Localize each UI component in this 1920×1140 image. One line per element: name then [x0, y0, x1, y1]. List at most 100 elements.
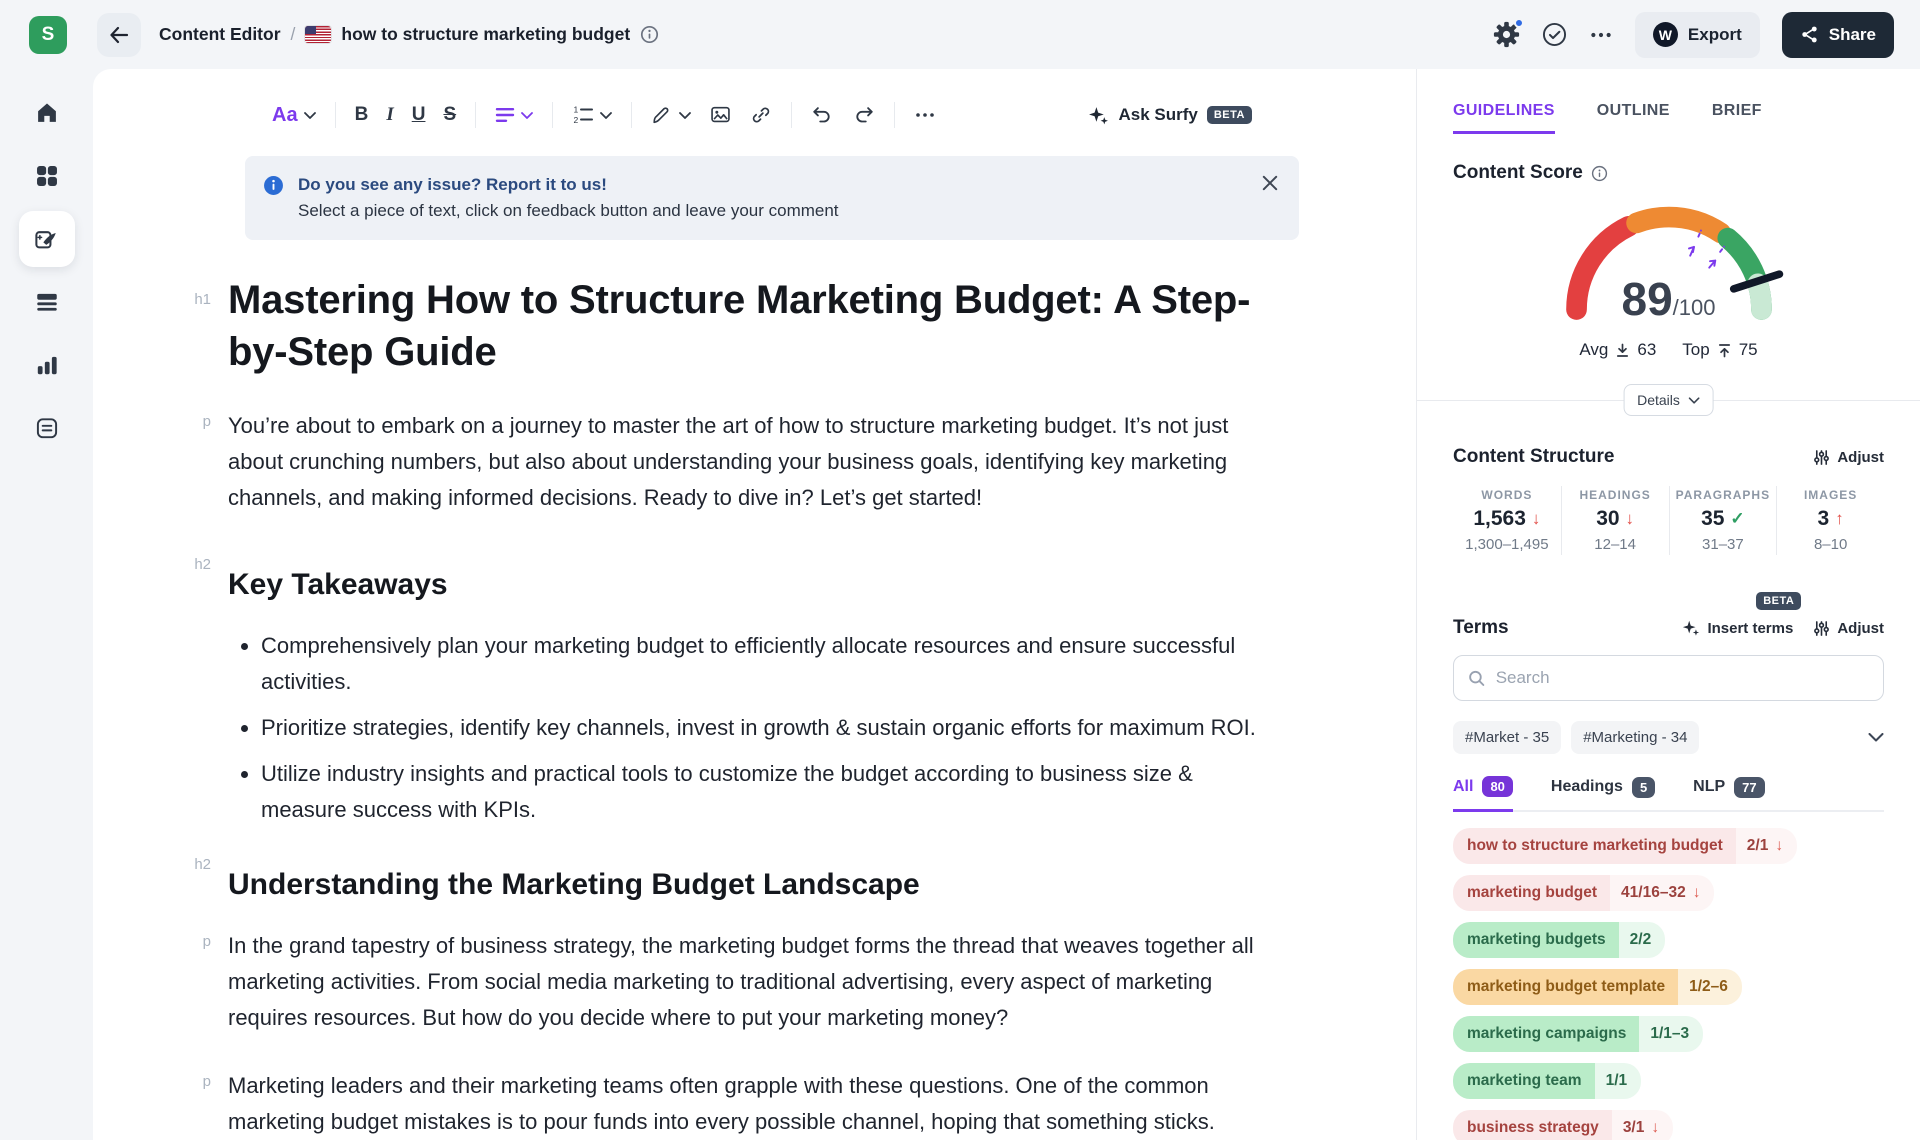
term-chip[interactable]: business strategy3/1↓ — [1453, 1110, 1673, 1140]
chevron-down-icon — [304, 112, 316, 119]
editor-p[interactable]: You’re about to embark on a journey to m… — [228, 408, 1273, 516]
editor-p[interactable]: In the grand tapestry of business strate… — [228, 928, 1273, 1036]
bullet-item[interactable]: Comprehensively plan your marketing budg… — [261, 628, 1273, 700]
sidebar-item-home[interactable] — [19, 85, 75, 141]
arrow-down-icon: ↓ — [1693, 884, 1701, 902]
term-chip[interactable]: marketing budgets 2/2 — [1453, 922, 1665, 958]
document-title[interactable]: how to structure marketing budget — [341, 24, 630, 45]
home-icon — [34, 100, 60, 126]
term-chip[interactable]: how to structure marketing budget2/1↓ — [1453, 828, 1797, 864]
term-text: marketing team — [1453, 1063, 1595, 1099]
chevron-down-icon — [600, 112, 612, 119]
checks-button[interactable] — [1542, 22, 1567, 47]
arrow-left-icon — [107, 23, 131, 47]
term-chip[interactable]: marketing budget template 1/2–6 — [1453, 969, 1742, 1005]
chevron-down-icon[interactable] — [1868, 733, 1884, 742]
close-icon — [1261, 174, 1279, 192]
sidebar-item-audit[interactable] — [19, 400, 75, 456]
italic-button[interactable]: I — [377, 95, 402, 135]
undo-button[interactable] — [802, 95, 843, 135]
editor-h2[interactable]: Key Takeaways — [228, 566, 1273, 604]
search-input[interactable] — [1496, 668, 1869, 688]
back-button[interactable] — [97, 13, 141, 57]
more-options-button[interactable] — [1589, 23, 1613, 47]
bullet-item[interactable]: Utilize industry insights and practical … — [261, 756, 1273, 828]
details-button[interactable]: Details — [1623, 384, 1714, 416]
hashtag-chip[interactable]: #Marketing - 34 — [1571, 721, 1699, 754]
underline-button[interactable]: U — [403, 95, 435, 135]
chevron-down-icon — [1689, 397, 1700, 404]
alignment-button[interactable] — [486, 95, 542, 135]
editor-p[interactable]: Marketing leaders and their marketing te… — [228, 1068, 1273, 1140]
editor-card: Aa B I U S 12 — [93, 69, 1416, 1140]
app-logo[interactable]: S — [29, 16, 67, 54]
list-button[interactable]: 12 — [563, 95, 621, 135]
term-chip[interactable]: marketing team 1/1 — [1453, 1063, 1641, 1099]
bold-button[interactable]: B — [346, 95, 378, 135]
insert-terms-label: Insert terms — [1707, 620, 1793, 637]
sidebar-item-dashboard[interactable] — [19, 148, 75, 204]
term-count-value: 1/1 — [1606, 1072, 1628, 1090]
avg-label: Avg — [1579, 340, 1608, 360]
block-type-label: p — [93, 928, 228, 1068]
term-text: marketing budget template — [1453, 969, 1678, 1005]
share-icon — [1800, 25, 1819, 44]
highlight-button[interactable] — [642, 95, 700, 135]
term-text: marketing budget — [1453, 875, 1610, 911]
term-count-value: 2/2 — [1630, 931, 1652, 949]
info-icon[interactable] — [640, 25, 659, 44]
info-icon[interactable] — [1591, 165, 1608, 182]
tab-outline[interactable]: OUTLINE — [1597, 102, 1670, 134]
block-body: Comprehensively plan your marketing budg… — [228, 628, 1273, 848]
hashtag-chip[interactable]: #Market - 35 — [1453, 721, 1561, 754]
tab-brief[interactable]: BRIEF — [1712, 102, 1762, 134]
term-chip[interactable]: marketing campaigns1/1–3 — [1453, 1016, 1703, 1052]
sidebar-item-analytics[interactable] — [19, 337, 75, 393]
terms-tab-headings[interactable]: Headings5 — [1551, 776, 1655, 810]
stat-number: 35 — [1701, 507, 1724, 531]
editor-h1[interactable]: Mastering How to Structure Marketing Bud… — [228, 274, 1273, 378]
arrow-down-icon: ↓ — [1532, 509, 1541, 529]
bullet-item[interactable]: Prioritize strategies, identify key chan… — [261, 710, 1273, 746]
banner-close-button[interactable] — [1261, 172, 1279, 224]
insert-link-button[interactable] — [741, 95, 781, 135]
block-body: Key Takeaways — [228, 548, 1273, 628]
term-text: how to structure marketing budget — [1453, 828, 1736, 864]
breadcrumb-root[interactable]: Content Editor — [159, 24, 281, 45]
toolbar-more-button[interactable] — [905, 95, 945, 135]
banner-text: Do you see any issue? Report it to us! S… — [298, 172, 839, 224]
topbar-actions: W Export Share — [1493, 12, 1894, 58]
structure-adjust-button[interactable]: Adjust — [1813, 449, 1884, 466]
term-count-value: 1/2–6 — [1689, 978, 1728, 996]
term-chip-row: how to structure marketing budget2/1↓ — [1453, 828, 1884, 864]
terms-search[interactable] — [1453, 655, 1884, 701]
settings-button[interactable] — [1493, 21, 1520, 48]
term-count-value: 41/16–32 — [1621, 884, 1686, 902]
sidebar-item-documents[interactable] — [19, 274, 75, 330]
ask-surfy-button[interactable]: Ask Surfy BETA — [1088, 105, 1252, 126]
term-text: marketing budgets — [1453, 922, 1619, 958]
structure-stats: WORDS1,563↓1,300–1,495HEADINGS30↓12–14PA… — [1453, 486, 1884, 555]
redo-button[interactable] — [843, 95, 884, 135]
editor-h2[interactable]: Understanding the Marketing Budget Lands… — [228, 866, 1273, 904]
insert-image-button[interactable] — [700, 95, 741, 135]
block-body: Mastering How to Structure Marketing Bud… — [228, 274, 1273, 408]
sidebar-item-content-editor[interactable] — [19, 211, 75, 267]
share-button[interactable]: Share — [1782, 12, 1894, 58]
terms-tab-all[interactable]: All80 — [1453, 776, 1513, 812]
insert-terms-button[interactable]: BETA Insert terms — [1682, 619, 1793, 637]
arrow-down-to-line-icon — [1615, 343, 1630, 358]
toolbar-divider — [791, 102, 792, 128]
top-bar: S Content Editor / how to structure mark… — [0, 0, 1920, 69]
term-chip[interactable]: marketing budget 41/16–32 ↓ — [1453, 875, 1714, 911]
text-style-button[interactable]: Aa — [263, 95, 325, 135]
align-left-icon — [495, 107, 515, 123]
export-button[interactable]: W Export — [1635, 12, 1760, 58]
strikethrough-button[interactable]: S — [434, 95, 465, 135]
terms-adjust-button[interactable]: Adjust — [1813, 620, 1884, 637]
stat-number: 3 — [1818, 507, 1830, 531]
editor-block: h2Understanding the Marketing Budget Lan… — [93, 848, 1416, 928]
tab-guidelines[interactable]: GUIDELINES — [1453, 102, 1555, 134]
terms-tab-nlp[interactable]: NLP77 — [1693, 776, 1764, 810]
redo-icon — [852, 104, 875, 126]
